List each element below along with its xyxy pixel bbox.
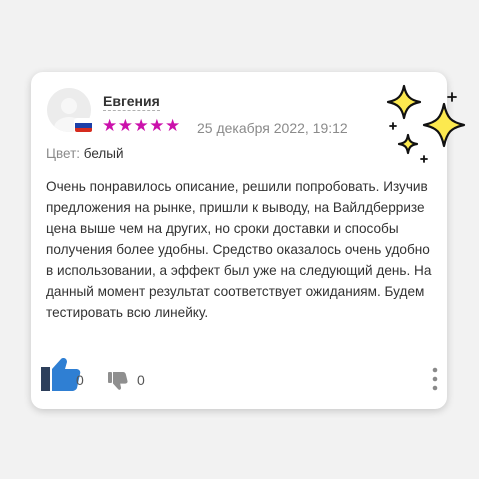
- review-text: Очень понравилось описание, решили попро…: [46, 179, 432, 320]
- author-name[interactable]: Евгения: [103, 93, 160, 111]
- dislike-count: 0: [137, 372, 145, 388]
- russia-flag-icon: [75, 119, 92, 132]
- like-count: 0: [76, 372, 84, 388]
- dislike-button[interactable]: [107, 370, 129, 397]
- color-label: Цвет:: [46, 146, 81, 161]
- like-button[interactable]: [41, 357, 81, 397]
- more-vertical-icon[interactable]: [431, 366, 439, 392]
- rating-stars: ★★★★★: [102, 116, 181, 135]
- review-date: 25 декабря 2022, 19:12: [197, 120, 348, 136]
- page: Евгения ★★★★★ 25 декабря 2022, 19:12 Цве…: [0, 0, 479, 479]
- product-color: Цвет: белый: [46, 146, 124, 162]
- sparkles-icon: [386, 84, 466, 163]
- color-value: белый: [83, 146, 124, 161]
- thumbs-up-icon: [41, 358, 81, 391]
- thumbs-down-icon: [108, 372, 128, 390]
